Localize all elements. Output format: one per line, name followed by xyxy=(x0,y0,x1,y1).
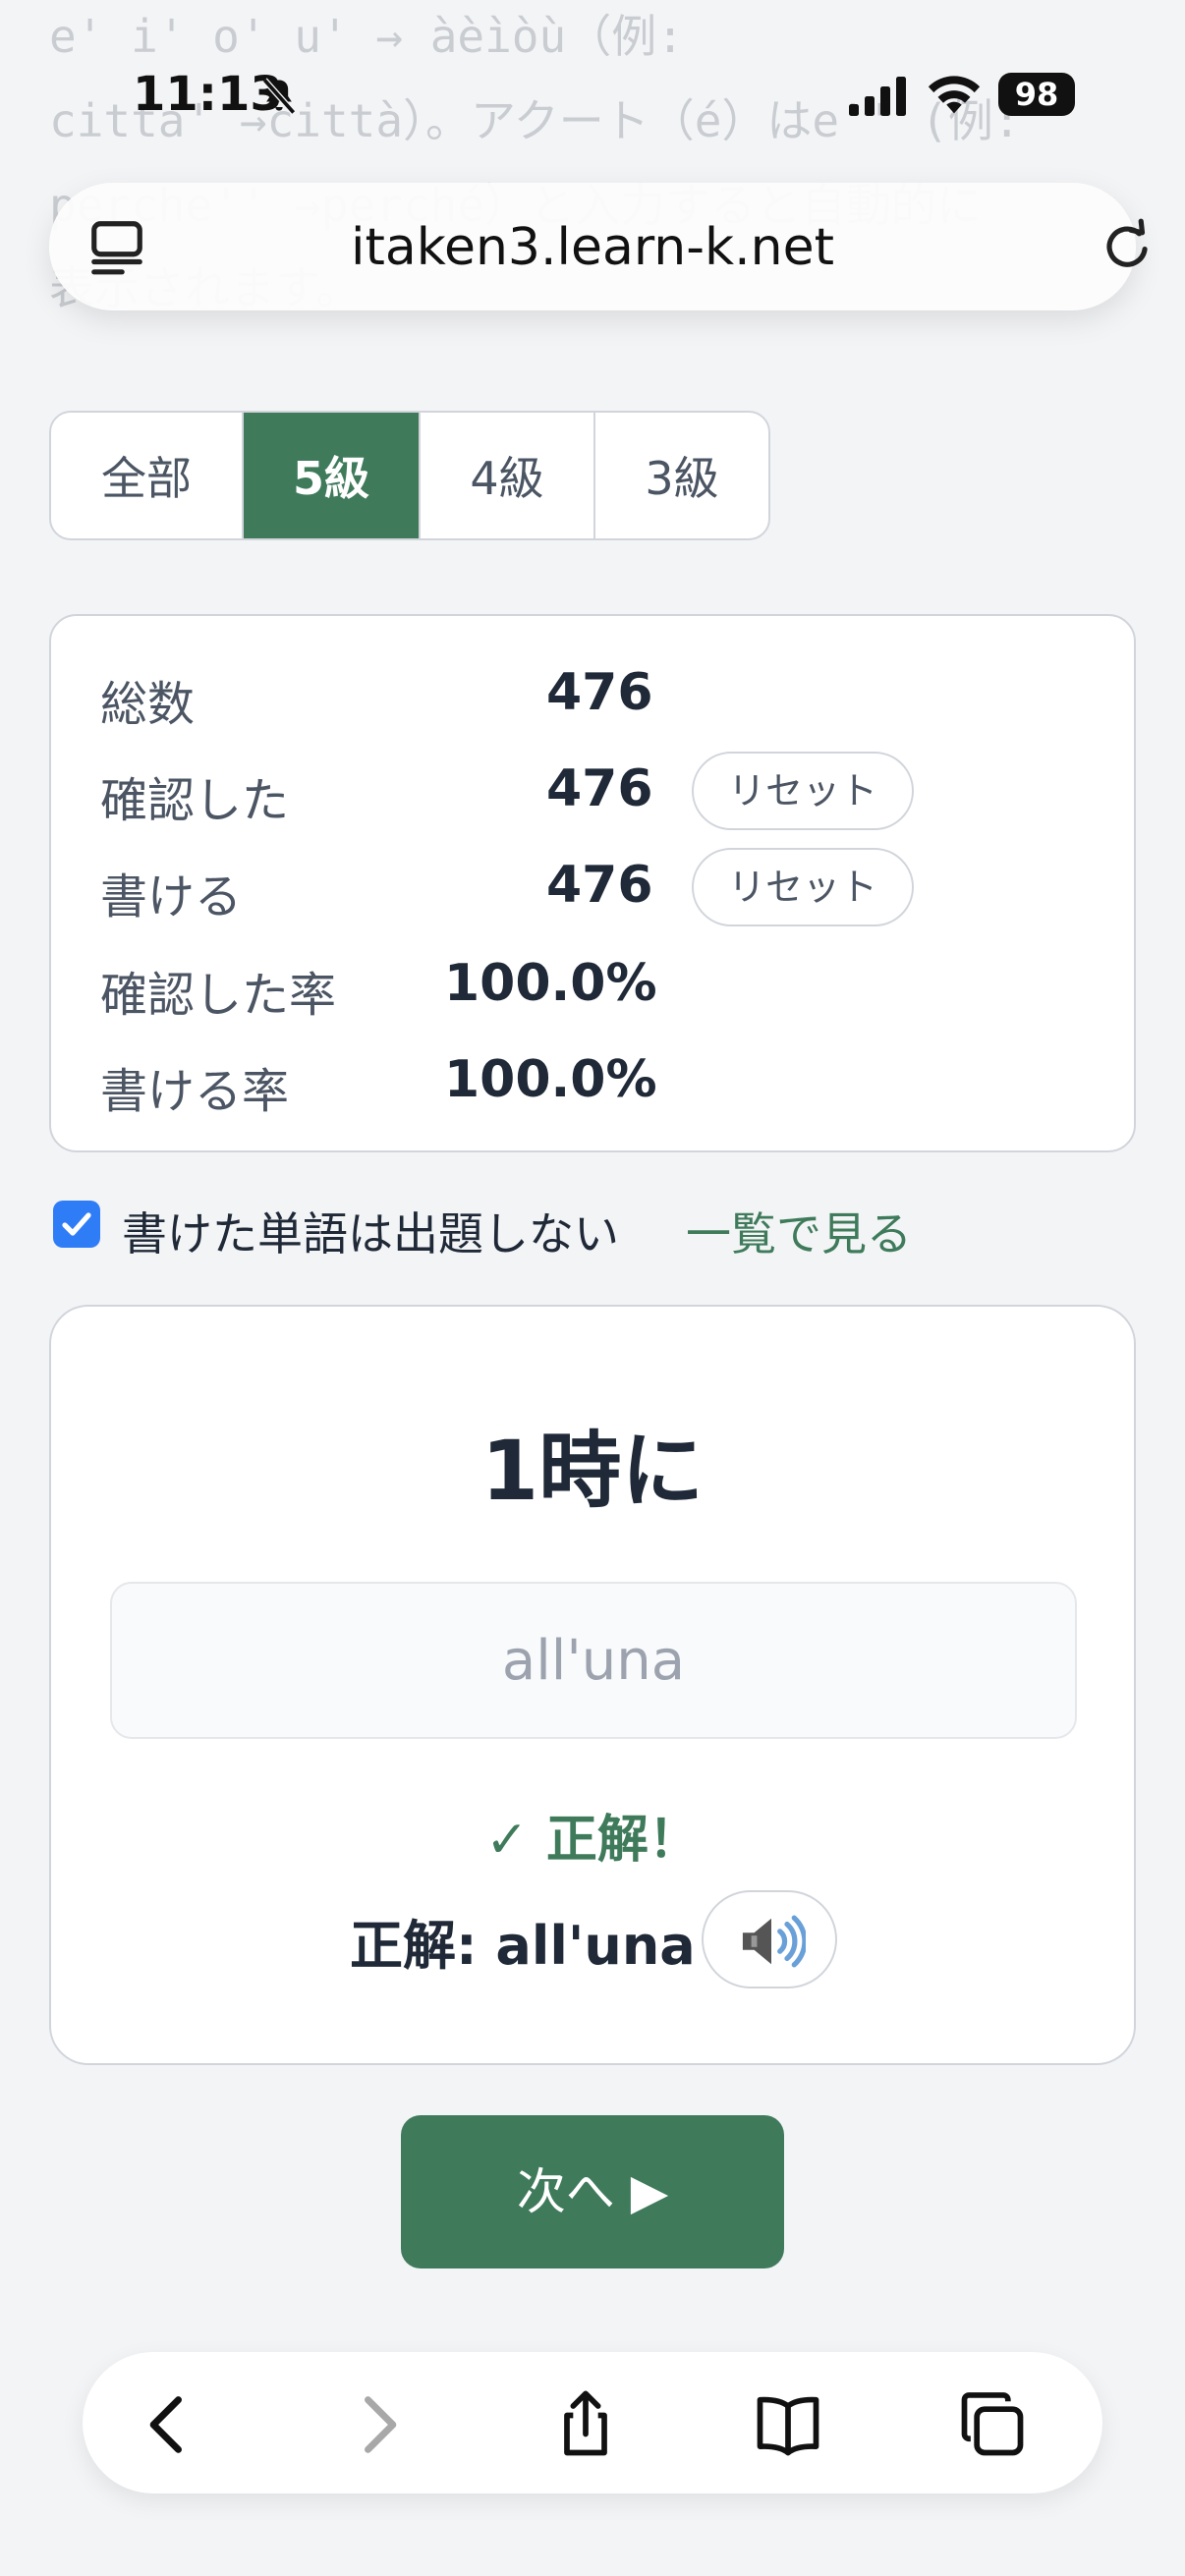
wifi-icon xyxy=(928,76,981,114)
reload-icon[interactable] xyxy=(1097,216,1157,277)
reset-writable-button[interactable]: リセット xyxy=(692,848,914,926)
bookmarks-icon[interactable] xyxy=(751,2387,825,2462)
next-button[interactable]: 次へ ▶ xyxy=(401,2115,784,2268)
stat-row-checked-rate: 確認した率 100.0% xyxy=(100,946,1083,1025)
stat-label: 総数 xyxy=(100,677,196,732)
stat-value: 476 xyxy=(546,759,653,818)
browser-toolbar xyxy=(83,2352,1102,2493)
url-text[interactable]: itaken3.learn-k.net xyxy=(49,218,1136,277)
skip-written-option: 書けた単語は出題しない 一覧で見る xyxy=(53,1195,1134,1260)
battery-indicator: 98 xyxy=(998,73,1075,116)
bell-slash-icon xyxy=(261,78,297,115)
quiz-prompt: 1時に xyxy=(480,1423,705,1519)
tab-level-5[interactable]: 5級 xyxy=(244,413,421,538)
tab-level-4[interactable]: 4級 xyxy=(421,413,595,538)
tab-level-3[interactable]: 3級 xyxy=(595,413,768,538)
cellular-signal-icon xyxy=(849,77,906,116)
quiz-card: 1時に ✓ 正解！ 正解: all'una xyxy=(49,1305,1136,2065)
tabs-icon[interactable] xyxy=(955,2387,1030,2462)
level-tabs: 全部 5級 4級 3級 xyxy=(49,411,770,540)
forward-icon[interactable] xyxy=(340,2387,415,2462)
check-icon xyxy=(62,1212,91,1236)
share-icon[interactable] xyxy=(548,2387,623,2462)
address-bar[interactable]: itaken3.learn-k.net xyxy=(49,183,1148,310)
stat-label: 書ける xyxy=(100,869,243,924)
status-bar: 11:13 98 xyxy=(0,59,1185,138)
stat-row-checked: 確認した 476 リセット xyxy=(100,752,1083,830)
stats-card: 総数 476 確認した 476 リセット 書ける 476 リセット 確認した率 … xyxy=(49,614,1136,1152)
stat-label: 確認した xyxy=(100,773,290,828)
reset-checked-button[interactable]: リセット xyxy=(692,752,914,830)
stat-value: 100.0% xyxy=(444,954,657,1013)
play-audio-button[interactable] xyxy=(702,1890,837,1988)
stat-value: 100.0% xyxy=(444,1050,657,1109)
answer-input[interactable] xyxy=(110,1582,1077,1739)
correct-answer-text: 正解: all'una xyxy=(350,1915,696,1977)
back-icon[interactable] xyxy=(132,2387,206,2462)
result-message: ✓ 正解！ xyxy=(485,1811,700,1870)
correct-answer-line: 正解: all'una xyxy=(51,1890,1134,1988)
skip-written-checkbox[interactable] xyxy=(53,1201,100,1248)
stat-label: 確認した率 xyxy=(100,968,337,1023)
skip-written-label[interactable]: 書けた単語は出題しない xyxy=(122,1199,619,1263)
view-list-link[interactable]: 一覧で見る xyxy=(686,1199,912,1263)
stat-row-total: 総数 476 xyxy=(100,655,1083,734)
stat-label: 書ける率 xyxy=(100,1064,290,1119)
page: e' i' o' u' → àèìòù（例: citta' →città）。アク… xyxy=(0,0,1185,2576)
stat-row-writable: 書ける 476 リセット xyxy=(100,848,1083,926)
stat-row-writable-rate: 書ける率 100.0% xyxy=(100,1042,1083,1121)
stat-value: 476 xyxy=(546,663,653,722)
tab-all[interactable]: 全部 xyxy=(51,413,244,538)
speaker-icon xyxy=(742,1915,806,1968)
stat-value: 476 xyxy=(546,856,653,915)
